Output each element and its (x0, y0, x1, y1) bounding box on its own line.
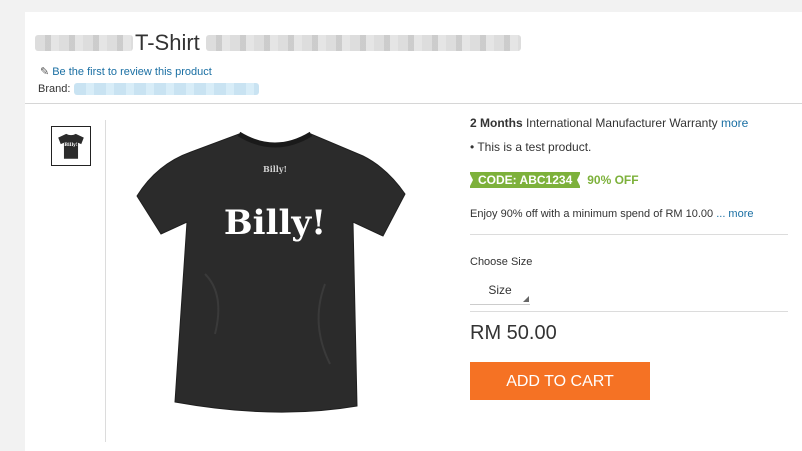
warranty-more-link[interactable]: more (721, 116, 748, 130)
warranty-text: International Manufacturer Warranty (526, 116, 718, 130)
svg-text:Billy!: Billy! (64, 142, 77, 148)
review-link-text[interactable]: Be the first to review this product (52, 66, 212, 78)
redacted-title-prefix (35, 35, 133, 51)
highlight-text: This is a test product. (477, 140, 592, 154)
gallery-thumbnail[interactable]: Billy! (51, 126, 91, 166)
voucher-description-text: Enjoy 90% off with a minimum spend of RM… (470, 208, 714, 220)
gallery-divider (105, 120, 106, 442)
brand-row: Brand: (38, 83, 260, 95)
voucher-more-link[interactable]: ... more (716, 208, 753, 220)
highlight-bullet: • This is a test product. (470, 140, 592, 154)
divider (470, 234, 788, 235)
divider (470, 311, 788, 312)
product-title-text: T-Shirt (135, 30, 200, 55)
brand-label: Brand: (38, 83, 71, 95)
tshirt-image: Billy! Billy! (136, 131, 406, 413)
voucher-code-badge[interactable]: CODE: ABC1234 (468, 172, 582, 188)
product-title: T-Shirt (35, 30, 521, 56)
redacted-title-suffix (205, 35, 521, 51)
product-price: RM 50.00 (470, 322, 557, 344)
voucher-discount: 90% OFF (587, 173, 639, 187)
svg-text:Billy!: Billy! (224, 203, 326, 243)
voucher-row: CODE: ABC1234 90% OFF (468, 172, 639, 188)
size-dropdown[interactable]: Size (470, 276, 530, 305)
pencil-icon: ✎ (40, 66, 50, 78)
divider (25, 103, 802, 104)
brand-link-redacted[interactable] (74, 83, 260, 95)
choose-size-label: Choose Size (470, 256, 533, 268)
warranty-duration: 2 Months (470, 116, 523, 130)
tshirt-thumbnail-image: Billy! (58, 133, 84, 159)
svg-text:Billy!: Billy! (263, 164, 287, 174)
caret-icon (523, 296, 529, 302)
add-to-cart-button[interactable]: ADD TO CART (470, 362, 650, 400)
size-dropdown-value: Size (488, 283, 512, 297)
voucher-description: Enjoy 90% off with a minimum spend of RM… (470, 208, 754, 220)
warranty-line: 2 Months International Manufacturer Warr… (470, 116, 748, 130)
product-page: T-Shirt ✎ Be the first to review this pr… (25, 12, 802, 451)
main-product-image[interactable]: Billy! Billy! (135, 124, 415, 414)
review-link[interactable]: ✎ Be the first to review this product (40, 65, 212, 79)
